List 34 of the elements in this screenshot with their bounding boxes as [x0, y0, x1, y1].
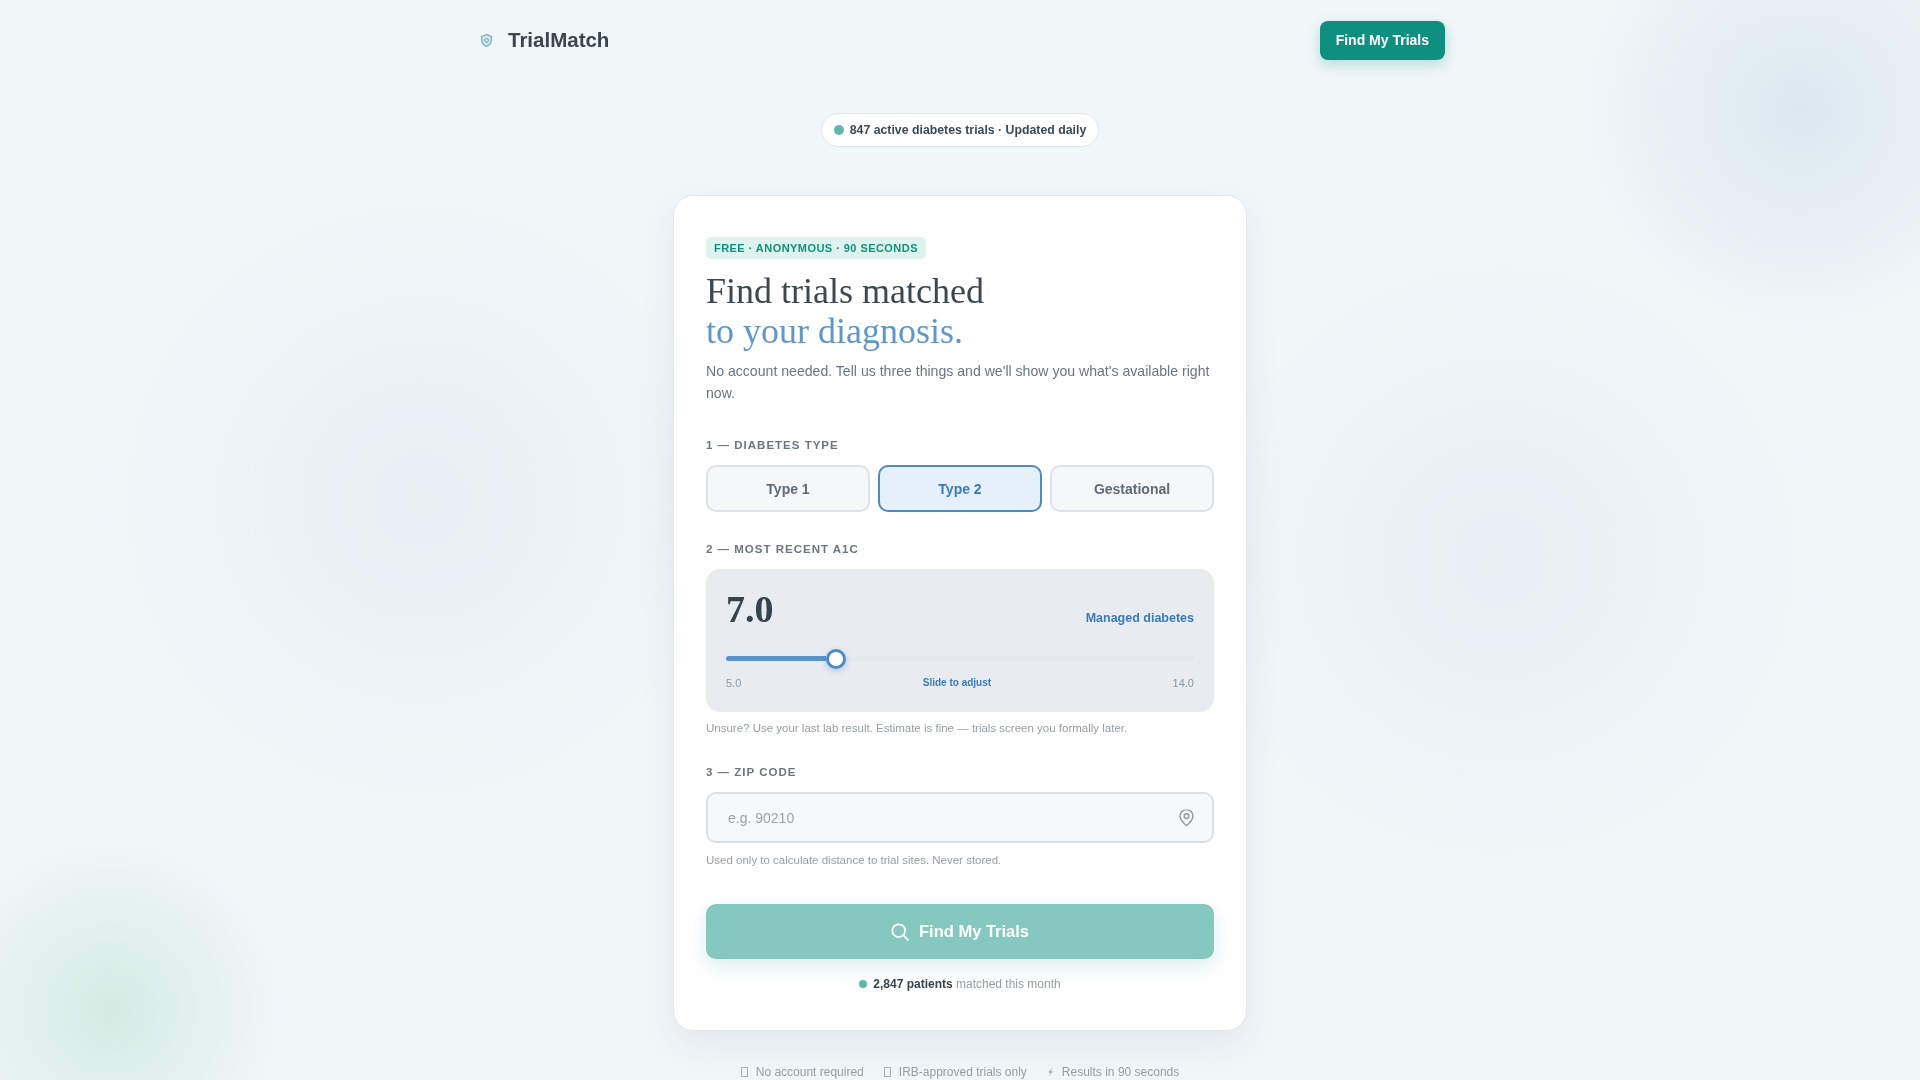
square-outline-icon — [883, 1067, 891, 1077]
card-title: Find trials matched — [706, 271, 985, 311]
zip-code-field[interactable]: e.g. 90210 — [706, 792, 1214, 843]
slider-min-label: 5.0 — [726, 676, 742, 690]
section-label: 1 — DIABETES TYPE — [706, 438, 840, 452]
zip-note: Used only to calculate distance to trial sites. Never stored. — [706, 853, 1003, 868]
social-proof-text: 2,847 patients matched this month — [873, 976, 1061, 992]
status-text: 847 active diabetes trials · Updated daily — [849, 123, 1087, 137]
a1c-note: Unsure? Use your last lab result. Estimate is fine — trials screen you formally later. — [706, 721, 1129, 736]
footer-feature-text: Results in 90 seconds — [1061, 1065, 1180, 1079]
find-trials-button[interactable]: Find My Trials — [1319, 20, 1445, 60]
slider-hint: Slide to adjust — [922, 676, 992, 690]
square-outline-icon — [740, 1067, 748, 1077]
a1c-status: Managed diabetes — [1085, 611, 1194, 625]
map-pin-icon — [1179, 809, 1194, 826]
status-dot-icon — [859, 980, 868, 988]
status-dot-icon — [833, 125, 844, 135]
card-title-accent: to your diagnosis. — [706, 311, 964, 351]
search-icon — [891, 922, 909, 941]
card-subtitle: No account needed. Tell us three things and we'll show you what's available right now. — [706, 362, 1211, 403]
shield-icon — [481, 33, 492, 47]
section-label: 2 — MOST RECENT A1C — [706, 542, 860, 556]
section-label: 3 — ZIP CODE — [706, 765, 798, 779]
diabetes-type-option[interactable]: Gestational — [1050, 465, 1214, 512]
lightning-icon — [1046, 1067, 1054, 1077]
footer-feature-text: No account required — [755, 1065, 864, 1079]
tag-label: FREE · ANONYMOUS · 90 SECONDS — [706, 237, 926, 259]
diabetes-type-option[interactable]: Type 1 — [706, 465, 870, 512]
logo-text: TrialMatch — [508, 28, 610, 52]
slider-thumb[interactable] — [826, 648, 847, 669]
slider-max-label: 14.0 — [1172, 676, 1194, 690]
diabetes-type-option[interactable]: Type 2 — [878, 465, 1042, 512]
a1c-value: 7.0 — [726, 590, 774, 628]
footer-feature-text: IRB-approved trials only — [898, 1065, 1027, 1079]
